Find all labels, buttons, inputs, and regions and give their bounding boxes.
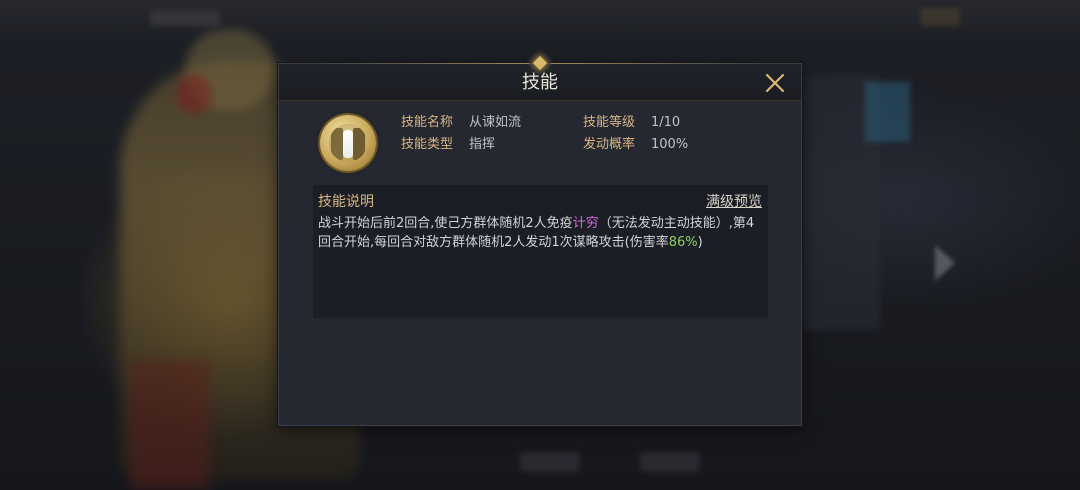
keyword-status-effect: 计穷 <box>572 216 599 231</box>
background-helmet-plume <box>176 74 212 114</box>
description-title: 技能说明 <box>318 194 374 210</box>
background-cape <box>130 360 210 490</box>
background-top-right-badge <box>920 8 960 26</box>
close-icon <box>765 73 785 93</box>
dialog-title: 技能 <box>522 72 558 93</box>
description-text: 战斗开始后前2回合,使己方群体随机2人免疫计穷（无法发动主动技能）,第4回合开始… <box>318 214 766 252</box>
skill-type-value: 指挥 <box>469 137 496 152</box>
skill-name-value: 从谏如流 <box>469 115 522 130</box>
close-button[interactable] <box>763 71 787 95</box>
background-top-label <box>150 10 220 26</box>
background-blue-tile <box>865 82 910 142</box>
trigger-rate-label: 发动概率 <box>583 137 636 152</box>
trigger-rate-value: 100% <box>651 137 689 152</box>
skill-level-value: 1/10 <box>651 115 681 130</box>
max-level-preview-link[interactable]: 满级预览 <box>706 191 762 211</box>
description-text-part: ) <box>697 235 703 250</box>
waterfall-skill-icon <box>320 115 376 171</box>
skill-level-label: 技能等级 <box>583 115 636 130</box>
skill-type-label: 技能类型 <box>401 137 454 152</box>
background-bottom-button <box>640 452 700 472</box>
background-next-arrow-icon <box>935 245 955 281</box>
skill-description-box: 技能说明 满级预览 战斗开始后前2回合,使己方群体随机2人免疫计穷（无法发动主动… <box>313 185 768 318</box>
description-text-part: 战斗开始后前2回合,使己方群体随机2人免疫 <box>318 216 573 231</box>
background-bottom-button <box>520 452 580 472</box>
keyword-damage-rate: 86% <box>668 235 698 250</box>
dialog-header: 技能 <box>279 55 801 101</box>
skill-dialog: 技能 技能名称 从谏如流 技能等级 1/10 技能类型 指挥 发动概率 100%… <box>278 55 802 426</box>
skill-name-label: 技能名称 <box>401 115 454 130</box>
